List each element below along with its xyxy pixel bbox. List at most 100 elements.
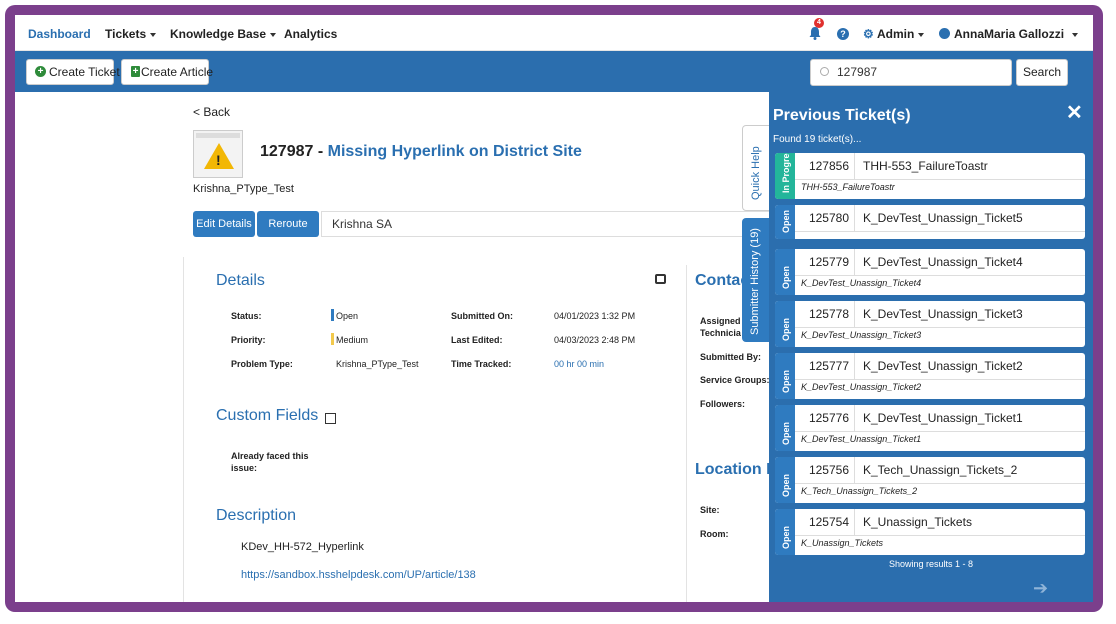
top-navbar: Dashboard Tickets Knowledge Base Analyti…: [15, 15, 1093, 51]
quick-help-label: Quick Help: [750, 146, 762, 200]
caret-down-icon: [1072, 32, 1079, 37]
status-tag: Open: [775, 301, 795, 347]
ticket-card[interactable]: Open 125778 K_DevTest_Unassign_Ticket3 K…: [775, 301, 1085, 347]
submitter-history-tab[interactable]: Submitter History (19): [742, 218, 770, 342]
back-link[interactable]: < Back: [193, 105, 230, 119]
user-icon: [939, 28, 950, 39]
nav-tickets-label: Tickets: [105, 27, 147, 41]
status-tag: Open: [775, 457, 795, 503]
assigned-label-line1: Assigned: [700, 316, 741, 326]
arrow-right-icon[interactable]: ➔: [1033, 578, 1048, 599]
ticket-name: K_DevTest_Unassign_Ticket3: [855, 301, 1085, 328]
ticket-number: 125779: [795, 249, 855, 276]
status-tag: In Progress: [775, 153, 795, 199]
nav-analytics[interactable]: Analytics: [284, 27, 337, 41]
ticket-number: 125776: [795, 405, 855, 432]
ticket-card[interactable]: Open 125776 K_DevTest_Unassign_Ticket1 K…: [775, 405, 1085, 451]
ticket-card[interactable]: Open 125756 K_Tech_Unassign_Tickets_2 K_…: [775, 457, 1085, 503]
edit-details-button[interactable]: Edit Details: [193, 211, 255, 237]
admin-menu[interactable]: Admin: [877, 27, 925, 41]
submitter-history-label: Submitter History (19): [749, 228, 761, 335]
edit-icon[interactable]: [325, 413, 336, 424]
ticket-card[interactable]: Open 125780 K_DevTest_Unassign_Ticket5: [775, 205, 1085, 239]
last-edited-value: 04/03/2023 2:48 PM: [554, 335, 636, 345]
priority-label: Priority:: [231, 335, 266, 345]
status-tag: Open: [775, 405, 795, 451]
printer-icon[interactable]: [655, 274, 666, 284]
ticket-subject: Missing Hyperlink on District Site: [327, 143, 582, 160]
description-text: KDev_HH-572_Hyperlink: [241, 541, 364, 553]
ticket-name: K_Tech_Unassign_Tickets_2: [855, 457, 1085, 484]
status-color-bar: [331, 309, 334, 321]
ticket-subtitle: K_DevTest_Unassign_Ticket1: [801, 434, 922, 444]
ticket-card[interactable]: Open 125754 K_Unassign_Tickets K_Unassig…: [775, 509, 1085, 555]
ticket-number: 125778: [795, 301, 855, 328]
exclamation-icon: !: [216, 152, 221, 168]
priority-color-bar: [331, 333, 334, 345]
status-value: Open: [336, 311, 359, 321]
results-summary: Showing results 1 - 8: [888, 559, 974, 569]
create-ticket-button[interactable]: + Create Ticket: [26, 59, 120, 85]
ticket-name: K_DevTest_Unassign_Ticket2: [855, 353, 1085, 380]
ticket-subtitle: K_DevTest_Unassign_Ticket3: [801, 330, 922, 340]
ticket-subtitle: K_DevTest_Unassign_Ticket2: [801, 382, 922, 392]
plus-circle-icon: +: [35, 66, 46, 77]
ticket-subtitle: THH-553_FailureToastr: [801, 182, 895, 192]
caret-down-icon: [270, 32, 277, 37]
status-tag: Open: [775, 353, 795, 399]
bell-icon[interactable]: [809, 27, 821, 40]
assignee-field[interactable]: Krishna SA: [321, 211, 791, 237]
search-button[interactable]: Search: [1016, 59, 1068, 86]
status-text: Open: [781, 369, 791, 393]
action-bar: + Create Ticket + Create Article 127987 Se…: [15, 51, 1093, 92]
site-label: Site:: [700, 505, 720, 515]
description-link[interactable]: https://sandbox.hsshelpdesk.com/UP/artic…: [241, 569, 476, 581]
status-label: Status:: [231, 311, 262, 321]
search-value: 127987: [837, 65, 878, 79]
help-icon[interactable]: ?: [837, 28, 849, 40]
service-groups-label: Service Groups:: [700, 375, 770, 385]
location-heading: Location In: [695, 461, 781, 478]
custom-fields-heading: Custom Fields: [216, 407, 319, 424]
ticket-card[interactable]: Open 125777 K_DevTest_Unassign_Ticket2 K…: [775, 353, 1085, 399]
close-icon[interactable]: ✕: [1066, 100, 1083, 125]
nav-tickets[interactable]: Tickets: [105, 27, 157, 41]
divider: [183, 257, 184, 602]
custom-field-label-line2: issue:: [231, 463, 258, 473]
status-tag: Open: [775, 205, 795, 239]
submitted-by-label: Submitted By:: [700, 352, 762, 362]
ticket-problem-type: Krishna_PType_Test: [193, 183, 294, 195]
description-heading: Description: [216, 507, 297, 524]
create-article-button[interactable]: + Create Article: [121, 59, 213, 85]
status-tag: Open: [775, 249, 795, 295]
custom-field-label-line1: Already faced this: [231, 451, 309, 461]
followers-label: Followers:: [700, 399, 746, 409]
ticket-name: K_DevTest_Unassign_Ticket4: [855, 249, 1085, 276]
status-tag: Open: [775, 509, 795, 555]
ticket-name: THH-553_FailureToastr: [855, 153, 1085, 180]
app-window: Dashboard Tickets Knowledge Base Analyti…: [15, 15, 1093, 602]
divider: [686, 265, 687, 602]
details-heading: Details: [216, 272, 265, 289]
search-input[interactable]: 127987: [810, 59, 1012, 86]
nav-knowledge-base[interactable]: Knowledge Base: [170, 27, 277, 41]
ticket-card[interactable]: Open 125779 K_DevTest_Unassign_Ticket4 K…: [775, 249, 1085, 295]
search-icon: [820, 67, 829, 76]
caret-down-icon: [918, 32, 925, 37]
reroute-button[interactable]: Reroute: [257, 211, 319, 237]
quick-help-tab[interactable]: Quick Help: [742, 125, 770, 211]
found-count: Found 19 ticket(s)...: [773, 134, 862, 145]
time-tracked-value[interactable]: 00 hr 00 min: [554, 359, 604, 369]
ticket-id: 127987 -: [260, 143, 328, 160]
problem-type-value: Krishna_PType_Test: [336, 359, 419, 369]
ticket-name: K_Unassign_Tickets: [855, 509, 1085, 536]
status-text: Open: [781, 473, 791, 497]
ticket-card[interactable]: In Progress 127856 THH-553_FailureToastr…: [775, 153, 1085, 199]
nav-dashboard[interactable]: Dashboard: [28, 27, 91, 41]
gear-icon: ⚙: [863, 27, 874, 41]
ticket-number: 125780: [795, 205, 855, 232]
ticket-name: K_DevTest_Unassign_Ticket5: [855, 205, 1085, 232]
user-menu[interactable]: AnnaMaria Gallozzi: [954, 27, 1079, 41]
ticket-title: 127987 - Missing Hyperlink on District S…: [260, 143, 582, 161]
previous-tickets-title: Previous Ticket(s): [773, 107, 911, 124]
